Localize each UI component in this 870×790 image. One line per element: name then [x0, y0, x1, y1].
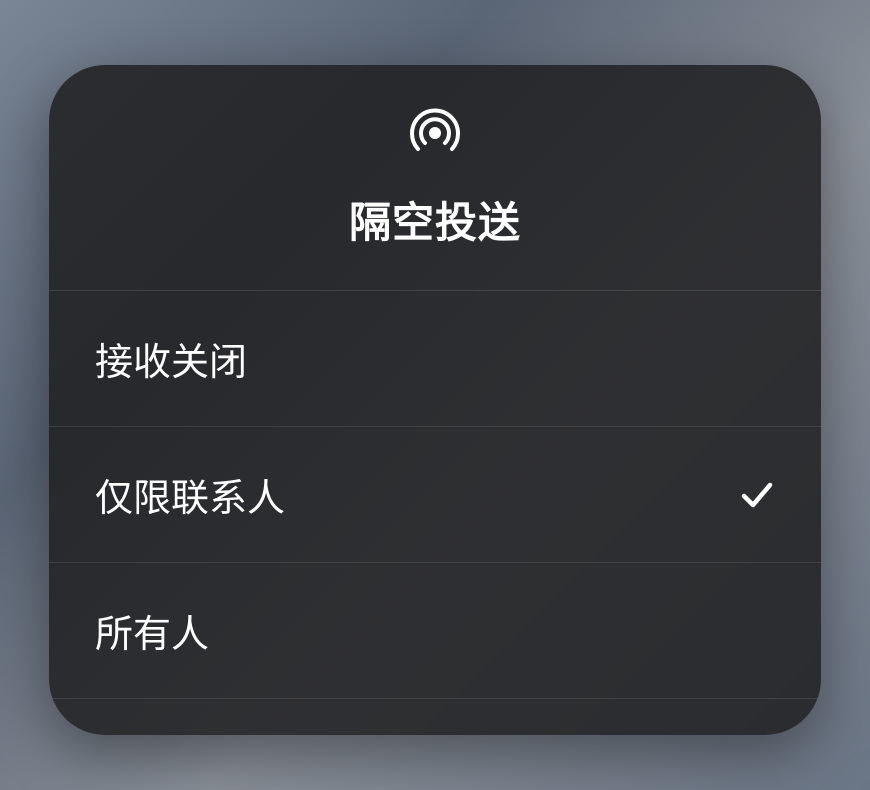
checkmark-slot — [739, 613, 775, 649]
option-label: 仅限联系人 — [95, 467, 285, 522]
option-label: 所有人 — [95, 603, 209, 658]
airdrop-settings-panel: 隔空投送 接收关闭 仅限联系人 所有人 — [49, 65, 821, 735]
panel-title: 隔空投送 — [349, 189, 521, 250]
option-label: 接收关闭 — [95, 331, 247, 386]
options-list: 接收关闭 仅限联系人 所有人 — [49, 291, 821, 735]
airdrop-icon — [407, 105, 463, 161]
checkmark-slot — [739, 341, 775, 377]
option-everyone[interactable]: 所有人 — [49, 563, 821, 699]
checkmark-slot — [739, 477, 775, 513]
option-receiving-off[interactable]: 接收关闭 — [49, 291, 821, 427]
option-contacts-only[interactable]: 仅限联系人 — [49, 427, 821, 563]
panel-header: 隔空投送 — [49, 65, 821, 291]
